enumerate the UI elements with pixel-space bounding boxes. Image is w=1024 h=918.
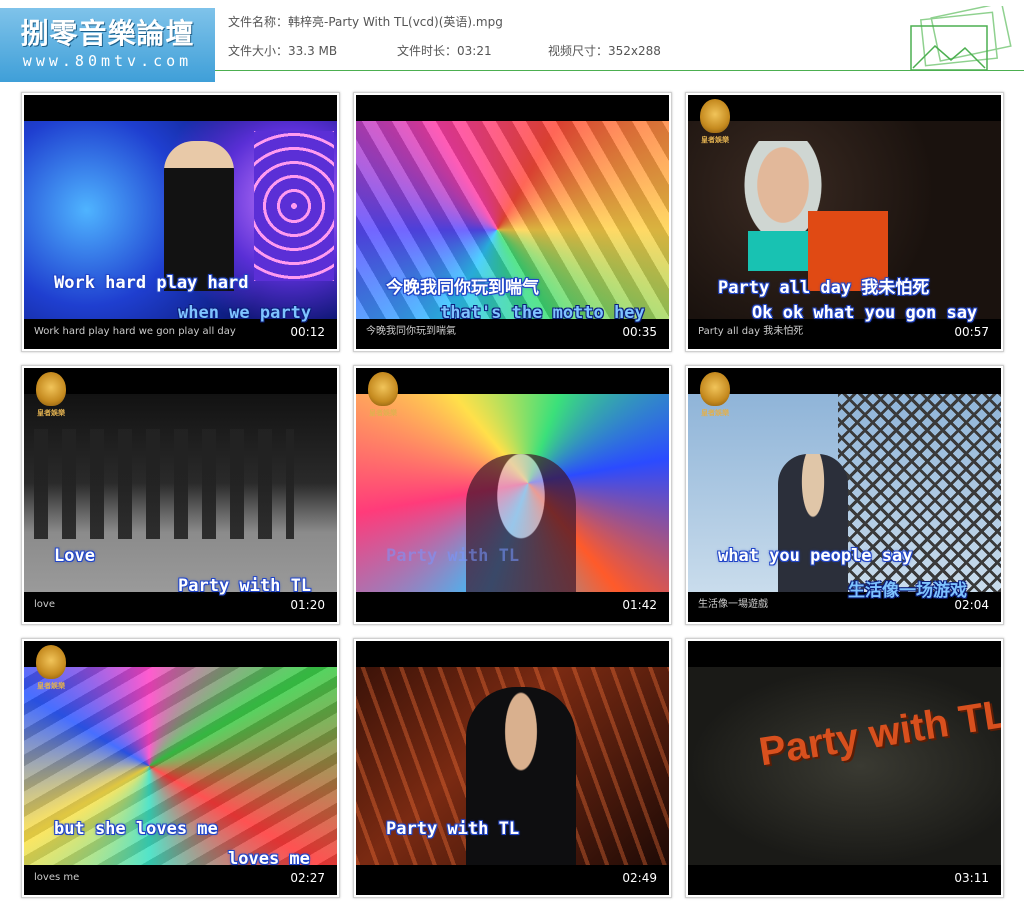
- lyric-line-2: when we party: [178, 303, 312, 323]
- lyric-line-1: but she loves me: [54, 819, 218, 839]
- thumbnail-2[interactable]: 今晚我同你玩到喘气 that's the motto hey 今晚我同你玩到喘氣…: [353, 92, 672, 352]
- lyric-line-1: Work hard play hard: [54, 273, 249, 293]
- thumbnail-3[interactable]: 皇者娛樂 Party all day 我未怕死 Ok ok what you g…: [685, 92, 1004, 352]
- thumbnail-caption: loves me: [34, 872, 80, 883]
- timestamp: 01:20: [290, 598, 325, 612]
- timestamp: 00:35: [622, 325, 657, 339]
- duration-row: 文件时长：03:21: [397, 42, 492, 59]
- badge-text: 皇者娛樂: [369, 409, 397, 417]
- filename-row: 文件名称：韩梓亮-Party With TL(vcd)(英语).mpg: [228, 13, 503, 30]
- timestamp: 02:04: [954, 598, 989, 612]
- lyric-line-2: Party with TL: [178, 576, 312, 596]
- filename-label: 文件名称：: [228, 15, 289, 29]
- timestamp: 00:12: [290, 325, 325, 339]
- thumbnail-6[interactable]: 皇者娛樂 what you people say 生活像一场游戏 生活像一場遊戲…: [685, 365, 1004, 625]
- thumbnail-caption: Work hard play hard we gon play all day: [34, 326, 236, 337]
- header: 捌零音樂論壇 www.80mtv.com 文件名称：韩梓亮-Party With…: [0, 0, 1024, 84]
- site-logo[interactable]: 捌零音樂論壇 www.80mtv.com: [0, 8, 215, 82]
- logo-title: 捌零音樂論壇: [20, 17, 195, 50]
- thumbnail-8[interactable]: Party with TL 02:49: [353, 638, 672, 898]
- badge-text: 皇者娛樂: [37, 682, 65, 690]
- dimensions-value: 352x288: [608, 44, 661, 58]
- duration-label: 文件时长：: [397, 44, 458, 58]
- thumbnail-9[interactable]: Party with TL 03:11: [685, 638, 1004, 898]
- thumbnail-4[interactable]: 皇者娛樂 Love Party with TL love 01:20: [21, 365, 340, 625]
- lion-logo-badge: 皇者娛樂: [368, 372, 398, 422]
- lion-logo-badge: 皇者娛樂: [700, 99, 730, 149]
- timestamp: 01:42: [622, 598, 657, 612]
- lyric-line-2: that's the motto hey: [440, 303, 645, 323]
- timestamp: 03:11: [954, 871, 989, 885]
- lion-logo-badge: 皇者娛樂: [36, 645, 66, 695]
- picture-frames-icon: [910, 6, 1012, 71]
- header-divider: [215, 70, 1024, 71]
- lyric-line-1: what you people say: [718, 546, 913, 566]
- badge-text: 皇者娛樂: [701, 136, 729, 144]
- lyric-line-2: Ok ok what you gon say: [752, 303, 978, 323]
- size-value: 33.3 MB: [288, 44, 338, 58]
- thumbnail-caption: Party all day 我未怕死: [698, 326, 804, 337]
- thumbnail-1[interactable]: Work hard play hard when we party Work h…: [21, 92, 340, 352]
- badge-text: 皇者娛樂: [37, 409, 65, 417]
- filename-value: 韩梓亮-Party With TL(vcd)(英语).mpg: [288, 15, 503, 29]
- dimensions-row: 视频尺寸：352x288: [548, 42, 661, 59]
- lion-logo-badge: 皇者娛樂: [36, 372, 66, 422]
- badge-text: 皇者娛樂: [701, 409, 729, 417]
- lyric-line-1: Party with TL: [386, 819, 520, 839]
- thumbnail-7[interactable]: 皇者娛樂 but she loves me loves me loves me …: [21, 638, 340, 898]
- thumbnail-caption: love: [34, 599, 55, 610]
- lion-logo-badge: 皇者娛樂: [700, 372, 730, 422]
- lyric-line-1: Love: [54, 546, 95, 566]
- thumbnail-5[interactable]: 皇者娛樂 Party with TL 01:42: [353, 365, 672, 625]
- lyric-line-1: Party with TL: [386, 546, 520, 566]
- lyric-line-1: Party all day 我未怕死: [718, 278, 930, 298]
- size-label: 文件大小：: [228, 44, 289, 58]
- duration-value: 03:21: [457, 44, 492, 58]
- size-row: 文件大小：33.3 MB: [228, 42, 337, 59]
- dimensions-label: 视频尺寸：: [548, 44, 609, 58]
- timestamp: 02:27: [290, 871, 325, 885]
- logo-url: www.80mtv.com: [22, 52, 193, 70]
- thumbnail-caption: 生活像一場遊戲: [698, 599, 768, 610]
- lyric-line-2: 生活像一场游戏: [848, 581, 967, 601]
- lyric-line-2: loves me: [228, 849, 310, 869]
- lyric-line-1: 今晚我同你玩到喘气: [386, 278, 539, 298]
- timestamp: 02:49: [622, 871, 657, 885]
- timestamp: 00:57: [954, 325, 989, 339]
- thumbnail-caption: 今晚我同你玩到喘氣: [366, 326, 456, 337]
